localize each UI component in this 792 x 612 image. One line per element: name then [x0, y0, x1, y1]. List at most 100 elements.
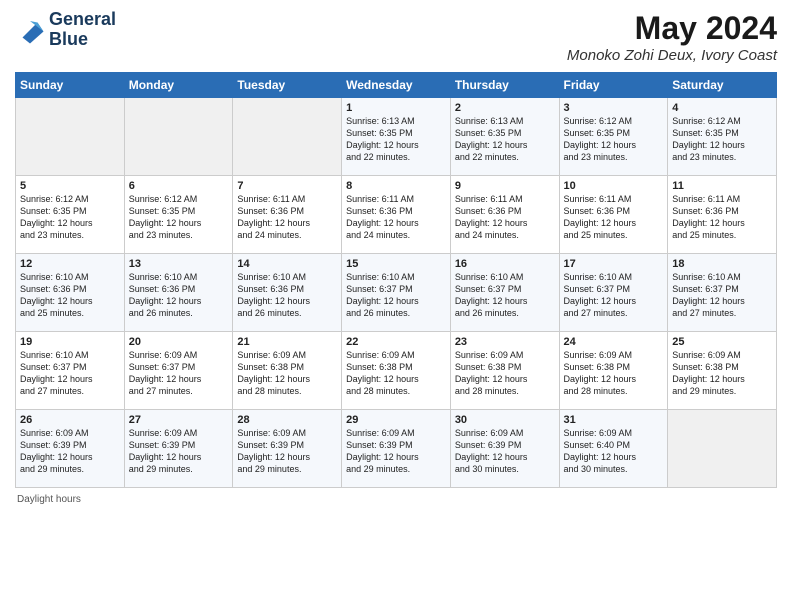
day-info: Sunrise: 6:09 AM Sunset: 6:39 PM Dayligh…: [237, 427, 337, 476]
day-number: 21: [237, 336, 337, 348]
day-number: 31: [564, 414, 664, 426]
logo-line1: General: [49, 10, 116, 30]
calendar-cell: 29Sunrise: 6:09 AM Sunset: 6:39 PM Dayli…: [342, 410, 451, 488]
calendar-cell: [124, 98, 233, 176]
calendar-cell: 3Sunrise: 6:12 AM Sunset: 6:35 PM Daylig…: [559, 98, 668, 176]
day-info: Sunrise: 6:10 AM Sunset: 6:36 PM Dayligh…: [237, 271, 337, 320]
page: General Blue May 2024 Monoko Zohi Deux, …: [0, 0, 792, 612]
calendar-cell: 18Sunrise: 6:10 AM Sunset: 6:37 PM Dayli…: [668, 254, 777, 332]
day-number: 15: [346, 258, 446, 270]
day-info: Sunrise: 6:10 AM Sunset: 6:37 PM Dayligh…: [20, 349, 120, 398]
col-header-monday: Monday: [124, 73, 233, 98]
calendar-cell: 24Sunrise: 6:09 AM Sunset: 6:38 PM Dayli…: [559, 332, 668, 410]
calendar-cell: 7Sunrise: 6:11 AM Sunset: 6:36 PM Daylig…: [233, 176, 342, 254]
calendar-cell: 4Sunrise: 6:12 AM Sunset: 6:35 PM Daylig…: [668, 98, 777, 176]
day-info: Sunrise: 6:11 AM Sunset: 6:36 PM Dayligh…: [564, 193, 664, 242]
col-header-thursday: Thursday: [450, 73, 559, 98]
day-info: Sunrise: 6:10 AM Sunset: 6:36 PM Dayligh…: [20, 271, 120, 320]
calendar-header: SundayMondayTuesdayWednesdayThursdayFrid…: [16, 73, 777, 98]
calendar-cell: 12Sunrise: 6:10 AM Sunset: 6:36 PM Dayli…: [16, 254, 125, 332]
day-info: Sunrise: 6:10 AM Sunset: 6:37 PM Dayligh…: [564, 271, 664, 320]
day-info: Sunrise: 6:10 AM Sunset: 6:37 PM Dayligh…: [672, 271, 772, 320]
col-header-saturday: Saturday: [668, 73, 777, 98]
calendar-cell: 20Sunrise: 6:09 AM Sunset: 6:37 PM Dayli…: [124, 332, 233, 410]
calendar-cell: 26Sunrise: 6:09 AM Sunset: 6:39 PM Dayli…: [16, 410, 125, 488]
day-info: Sunrise: 6:09 AM Sunset: 6:39 PM Dayligh…: [346, 427, 446, 476]
calendar-cell: 14Sunrise: 6:10 AM Sunset: 6:36 PM Dayli…: [233, 254, 342, 332]
calendar-cell: 1Sunrise: 6:13 AM Sunset: 6:35 PM Daylig…: [342, 98, 451, 176]
day-info: Sunrise: 6:11 AM Sunset: 6:36 PM Dayligh…: [672, 193, 772, 242]
calendar-cell: 2Sunrise: 6:13 AM Sunset: 6:35 PM Daylig…: [450, 98, 559, 176]
logo-line2: Blue: [49, 30, 116, 50]
day-number: 3: [564, 102, 664, 114]
day-number: 13: [129, 258, 229, 270]
calendar-cell: 17Sunrise: 6:10 AM Sunset: 6:37 PM Dayli…: [559, 254, 668, 332]
day-number: 10: [564, 180, 664, 192]
day-number: 27: [129, 414, 229, 426]
day-info: Sunrise: 6:09 AM Sunset: 6:39 PM Dayligh…: [129, 427, 229, 476]
calendar-cell: 9Sunrise: 6:11 AM Sunset: 6:36 PM Daylig…: [450, 176, 559, 254]
day-info: Sunrise: 6:09 AM Sunset: 6:38 PM Dayligh…: [564, 349, 664, 398]
week-row-1: 1Sunrise: 6:13 AM Sunset: 6:35 PM Daylig…: [16, 98, 777, 176]
day-info: Sunrise: 6:13 AM Sunset: 6:35 PM Dayligh…: [455, 115, 555, 164]
day-number: 12: [20, 258, 120, 270]
day-info: Sunrise: 6:12 AM Sunset: 6:35 PM Dayligh…: [672, 115, 772, 164]
header-row: SundayMondayTuesdayWednesdayThursdayFrid…: [16, 73, 777, 98]
generalblue-logo-icon: [15, 15, 45, 45]
calendar-cell: 15Sunrise: 6:10 AM Sunset: 6:37 PM Dayli…: [342, 254, 451, 332]
day-info: Sunrise: 6:09 AM Sunset: 6:39 PM Dayligh…: [455, 427, 555, 476]
col-header-friday: Friday: [559, 73, 668, 98]
col-header-tuesday: Tuesday: [233, 73, 342, 98]
calendar-cell: 30Sunrise: 6:09 AM Sunset: 6:39 PM Dayli…: [450, 410, 559, 488]
week-row-4: 19Sunrise: 6:10 AM Sunset: 6:37 PM Dayli…: [16, 332, 777, 410]
day-info: Sunrise: 6:09 AM Sunset: 6:38 PM Dayligh…: [672, 349, 772, 398]
header: General Blue May 2024 Monoko Zohi Deux, …: [15, 10, 777, 64]
day-info: Sunrise: 6:10 AM Sunset: 6:37 PM Dayligh…: [346, 271, 446, 320]
day-number: 28: [237, 414, 337, 426]
day-number: 29: [346, 414, 446, 426]
day-number: 19: [20, 336, 120, 348]
calendar-cell: 8Sunrise: 6:11 AM Sunset: 6:36 PM Daylig…: [342, 176, 451, 254]
calendar-cell: 11Sunrise: 6:11 AM Sunset: 6:36 PM Dayli…: [668, 176, 777, 254]
calendar-cell: 6Sunrise: 6:12 AM Sunset: 6:35 PM Daylig…: [124, 176, 233, 254]
calendar-cell: [233, 98, 342, 176]
day-info: Sunrise: 6:09 AM Sunset: 6:38 PM Dayligh…: [455, 349, 555, 398]
day-number: 24: [564, 336, 664, 348]
day-number: 20: [129, 336, 229, 348]
calendar-body: 1Sunrise: 6:13 AM Sunset: 6:35 PM Daylig…: [16, 98, 777, 488]
calendar-cell: 31Sunrise: 6:09 AM Sunset: 6:40 PM Dayli…: [559, 410, 668, 488]
day-info: Sunrise: 6:09 AM Sunset: 6:38 PM Dayligh…: [346, 349, 446, 398]
title-block: May 2024 Monoko Zohi Deux, Ivory Coast: [567, 10, 777, 64]
day-info: Sunrise: 6:09 AM Sunset: 6:38 PM Dayligh…: [237, 349, 337, 398]
day-number: 11: [672, 180, 772, 192]
day-number: 26: [20, 414, 120, 426]
day-number: 23: [455, 336, 555, 348]
calendar-cell: 25Sunrise: 6:09 AM Sunset: 6:38 PM Dayli…: [668, 332, 777, 410]
calendar-cell: 21Sunrise: 6:09 AM Sunset: 6:38 PM Dayli…: [233, 332, 342, 410]
day-number: 18: [672, 258, 772, 270]
day-info: Sunrise: 6:11 AM Sunset: 6:36 PM Dayligh…: [455, 193, 555, 242]
daylight-label: Daylight hours: [17, 494, 81, 505]
calendar-cell: 13Sunrise: 6:10 AM Sunset: 6:36 PM Dayli…: [124, 254, 233, 332]
calendar-cell: 16Sunrise: 6:10 AM Sunset: 6:37 PM Dayli…: [450, 254, 559, 332]
logo-text: General Blue: [49, 10, 116, 50]
day-number: 16: [455, 258, 555, 270]
day-number: 14: [237, 258, 337, 270]
day-number: 17: [564, 258, 664, 270]
calendar-cell: 23Sunrise: 6:09 AM Sunset: 6:38 PM Dayli…: [450, 332, 559, 410]
sub-title: Monoko Zohi Deux, Ivory Coast: [567, 47, 777, 64]
day-number: 6: [129, 180, 229, 192]
day-info: Sunrise: 6:10 AM Sunset: 6:36 PM Dayligh…: [129, 271, 229, 320]
week-row-5: 26 Sunrise: 6:09 AM Sunset: 6:39 PM Dayli…: [16, 410, 777, 488]
calendar-table: SundayMondayTuesdayWednesdayThursdayFrid…: [15, 72, 777, 488]
calendar-cell: 22Sunrise: 6:09 AM Sunset: 6:38 PM Dayli…: [342, 332, 451, 410]
calendar-cell: [16, 98, 125, 176]
calendar-cell: 27Sunrise: 6:09 AM Sunset: 6:39 PM Dayli…: [124, 410, 233, 488]
calendar-cell: [668, 410, 777, 488]
col-header-wednesday: Wednesday: [342, 73, 451, 98]
week-row-3: 12Sunrise: 6:10 AM Sunset: 6:36 PM Dayli…: [16, 254, 777, 332]
day-number: 25: [672, 336, 772, 348]
calendar-cell: 19Sunrise: 6:10 AM Sunset: 6:37 PM Dayli…: [16, 332, 125, 410]
day-number: 8: [346, 180, 446, 192]
calendar-cell: 28Sunrise: 6:09 AM Sunset: 6:39 PM Dayli…: [233, 410, 342, 488]
